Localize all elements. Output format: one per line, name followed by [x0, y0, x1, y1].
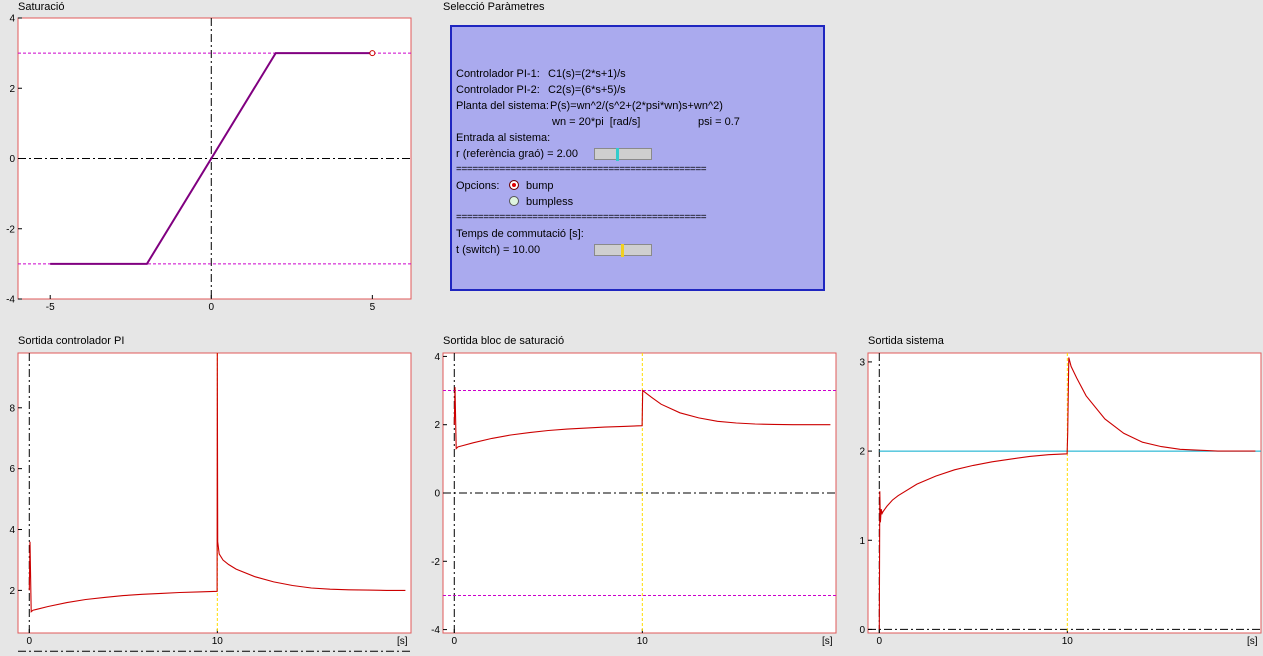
- plot-frame: [867, 352, 1262, 634]
- y-tick-label: 2: [9, 586, 15, 597]
- y-tick-label: 0: [9, 154, 15, 165]
- pi-output-title: Sortida controlador PI: [18, 335, 125, 347]
- x-tick-label: 0: [452, 636, 458, 647]
- plant-equation: P(s)=wn^2/(s^2+(2*psi*wn)s+wn^2): [550, 100, 723, 112]
- reference-text: r (referència graó) = 2.00: [456, 148, 578, 160]
- y-tick-label: 3: [859, 357, 865, 368]
- saturation-plot: -5 0 5 -4 -2 0 2 4: [6, 14, 412, 313]
- x-tick-label: 10: [212, 636, 224, 647]
- y-tick-label: 2: [434, 420, 440, 431]
- y-tick-label: 2: [859, 447, 865, 458]
- y-tick-label: 8: [9, 403, 15, 414]
- pi1-equation: C1(s)=(2*s+1)/s: [548, 68, 626, 80]
- switch-time-slider[interactable]: [594, 244, 652, 257]
- plant-label: Planta del sistema:: [456, 100, 549, 112]
- switch-header: Temps de commutació [s]:: [456, 228, 584, 240]
- reference-slider[interactable]: [594, 148, 652, 161]
- y-tick-label: -4: [431, 625, 440, 636]
- y-tick-label: -2: [6, 224, 15, 235]
- x-tick-label: 0: [27, 636, 33, 647]
- pi2-equation: C2(s)=(6*s+5)/s: [548, 84, 626, 96]
- system-output-plot: 0 10 0 1 2 3 [s]: [859, 352, 1262, 647]
- bumpless-label[interactable]: bumpless: [526, 196, 573, 208]
- saturation-output-title: Sortida bloc de saturació: [443, 335, 565, 347]
- pi2-label: Controlador PI-2:: [456, 84, 540, 96]
- y-tick-label: 4: [9, 14, 15, 25]
- parameters-title: Selecció Paràmetres: [443, 1, 545, 13]
- pi-output-plot: 0 10 2 4 6 8 [s]: [9, 352, 412, 652]
- saturation-output-plot: 0 10 -4 -2 0 2 4 [s]: [431, 352, 837, 647]
- y-tick-label: 4: [9, 525, 15, 536]
- x-tick-label: 5: [370, 302, 376, 313]
- separator-1: ========================================…: [456, 164, 707, 175]
- x-unit-label: [s]: [397, 636, 408, 647]
- x-unit-label: [s]: [1247, 636, 1258, 647]
- curve-endpoint-marker: [369, 50, 376, 57]
- bump-label[interactable]: bump: [526, 180, 554, 192]
- bumpless-radio[interactable]: [509, 196, 519, 206]
- pi1-label: Controlador PI-1:: [456, 68, 540, 80]
- x-tick-label: -5: [46, 302, 55, 313]
- x-unit-label: [s]: [822, 636, 833, 647]
- bump-radio[interactable]: [509, 180, 519, 190]
- y-tick-label: 0: [859, 625, 865, 636]
- y-tick-label: 6: [9, 464, 15, 475]
- y-tick-label: 2: [9, 84, 15, 95]
- y-tick-label: 1: [859, 536, 865, 547]
- x-tick-label: 0: [208, 302, 214, 313]
- options-label: Opcions:: [456, 180, 500, 192]
- y-tick-label: -2: [431, 557, 440, 568]
- parameter-panel: Controlador PI-1: C1(s)=(2*s+1)/s Contro…: [450, 25, 825, 291]
- x-tick-label: 0: [877, 636, 883, 647]
- reference-slider-thumb[interactable]: [615, 148, 619, 161]
- wn-value: wn = 20*pi [rad/s]: [552, 116, 641, 128]
- x-tick-label: 10: [1062, 636, 1074, 647]
- y-tick-label: 4: [434, 352, 440, 363]
- system-output-title: Sortida sistema: [868, 335, 944, 347]
- separator-2: ========================================…: [456, 212, 707, 223]
- y-tick-label: 0: [434, 489, 440, 500]
- input-header: Entrada al sistema:: [456, 132, 551, 144]
- psi-value: psi = 0.7: [698, 116, 740, 128]
- saturation-title: Saturació: [18, 1, 65, 13]
- switch-time-slider-thumb[interactable]: [621, 244, 625, 257]
- switch-time-text: t (switch) = 10.00: [456, 244, 541, 256]
- x-tick-label: 10: [637, 636, 649, 647]
- y-tick-label: -4: [6, 295, 15, 306]
